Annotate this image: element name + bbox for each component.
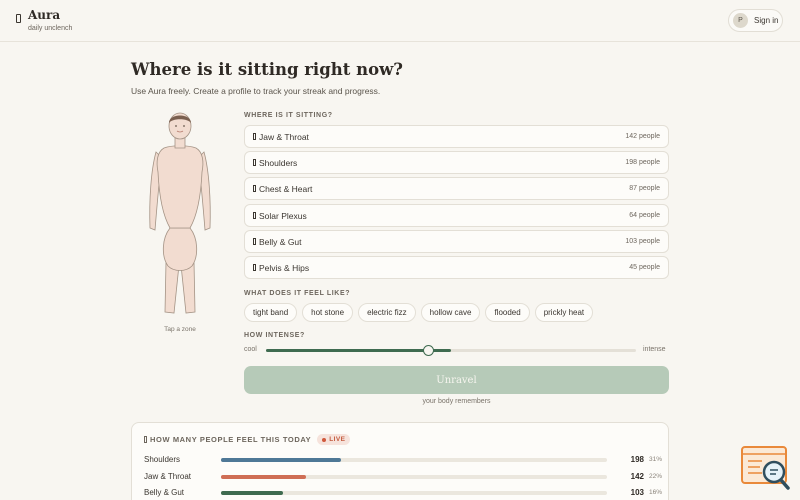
unravel-button[interactable]: Unravel xyxy=(244,366,669,394)
stat-row: Shoulders 198 31% xyxy=(144,455,663,467)
stat-name: Shoulders xyxy=(144,455,181,464)
sign-in-label: Sign in xyxy=(754,16,779,25)
dot-icon xyxy=(253,185,256,192)
live-badge: LIVE xyxy=(317,434,351,445)
body-map-figure xyxy=(149,112,211,314)
chip-prickly-heat[interactable]: prickly heat xyxy=(534,303,594,322)
stat-row: Belly & Gut 103 16% xyxy=(144,488,663,500)
dot-icon xyxy=(253,264,256,271)
page-subtitle: Use Aura freely. Create a profile to tra… xyxy=(131,86,381,96)
zone-jaw-throat[interactable]: Jaw & Throat 142 people xyxy=(244,125,669,148)
zone-count: 198 people xyxy=(625,159,660,166)
stats-card: HOW MANY PEOPLE FEEL THIS TODAY LIVE Sho… xyxy=(131,422,669,500)
stat-bar-track xyxy=(221,458,607,462)
live-label: LIVE xyxy=(329,436,346,443)
zone-chest-heart[interactable]: Chest & Heart 87 people xyxy=(244,177,669,200)
intensity-slider-thumb[interactable] xyxy=(423,345,435,356)
search-chat-icon[interactable] xyxy=(740,444,792,492)
zones-label: WHERE IS IT SITTING? xyxy=(244,112,333,119)
zone-count: 45 people xyxy=(629,264,660,271)
stat-value: 103 xyxy=(630,488,644,497)
zone-name: Jaw & Throat xyxy=(259,131,309,142)
intensity-max-label: intense xyxy=(643,346,666,353)
zone-shoulders[interactable]: Shoulders 198 people xyxy=(244,151,669,174)
zone-name: Pelvis & Hips xyxy=(259,262,310,273)
chip-tight-band[interactable]: tight band xyxy=(244,303,298,322)
page-title: Where is it sitting right now? xyxy=(131,60,403,79)
zone-name: Solar Plexus xyxy=(259,210,307,221)
zone-count: 142 people xyxy=(625,133,660,140)
tap-zone-hint: Tap a zone xyxy=(164,326,196,333)
stat-bar-track xyxy=(221,491,607,495)
stat-bar-fill xyxy=(221,475,306,479)
chart-icon xyxy=(144,436,147,443)
chip-electric-fizz[interactable]: electric fizz xyxy=(358,303,416,322)
stat-name: Jaw & Throat xyxy=(144,472,191,481)
zone-count: 64 people xyxy=(629,212,660,219)
stat-percent: 16% xyxy=(649,489,663,496)
zone-solar-plexus[interactable]: Solar Plexus 64 people xyxy=(244,204,669,227)
stat-name: Belly & Gut xyxy=(144,488,185,497)
stat-percent: 22% xyxy=(649,473,663,480)
dot-icon xyxy=(253,212,256,219)
stat-row: Jaw & Throat 142 22% xyxy=(144,472,663,484)
unravel-note: your body remembers xyxy=(422,398,491,405)
stat-value: 142 xyxy=(630,472,644,481)
feelings-label: WHAT DOES IT FEEL LIKE? xyxy=(244,290,351,297)
intensity-min-label: cool xyxy=(244,346,257,353)
zone-pelvis-hips[interactable]: Pelvis & Hips 45 people xyxy=(244,256,669,279)
dot-icon xyxy=(253,238,256,245)
zone-name: Belly & Gut xyxy=(259,236,302,247)
feeling-chips: tight band hot stone electric fizz hollo… xyxy=(244,303,594,322)
chip-hot-stone[interactable]: hot stone xyxy=(302,303,354,322)
leaf-icon xyxy=(16,14,21,23)
right-eye xyxy=(183,125,185,127)
live-dot-icon xyxy=(322,437,327,442)
left-eye xyxy=(175,125,177,127)
chest-heart-zone[interactable] xyxy=(156,145,204,229)
zone-name: Shoulders xyxy=(259,157,298,168)
dot-icon xyxy=(253,159,256,166)
dot-icon xyxy=(253,133,256,140)
zone-belly-gut[interactable]: Belly & Gut 103 people xyxy=(244,230,669,253)
intensity-label: HOW INTENSE? xyxy=(244,332,305,339)
stat-bar-track xyxy=(221,475,607,479)
brand-tagline: daily unclench xyxy=(28,25,73,32)
pelvis-hips-zone[interactable] xyxy=(162,227,198,271)
brand-title[interactable]: Aura xyxy=(28,8,60,22)
intensity-slider[interactable] xyxy=(266,345,636,356)
zone-count: 103 people xyxy=(625,238,660,245)
stats-title: HOW MANY PEOPLE FEEL THIS TODAY xyxy=(150,435,312,444)
app-header: Aura daily unclench P Sign in xyxy=(0,0,800,42)
chip-flooded[interactable]: flooded xyxy=(485,303,530,322)
sign-in-button[interactable]: P Sign in xyxy=(728,9,783,32)
stat-percent: 31% xyxy=(649,456,663,463)
stat-bar-fill xyxy=(221,491,283,495)
chip-hollow-cave[interactable]: hollow cave xyxy=(420,303,481,322)
zone-count: 87 people xyxy=(629,185,660,192)
stat-bar-fill xyxy=(221,458,341,462)
stat-value: 198 xyxy=(630,455,644,464)
avatar: P xyxy=(733,13,748,28)
zone-name: Chest & Heart xyxy=(259,183,313,194)
